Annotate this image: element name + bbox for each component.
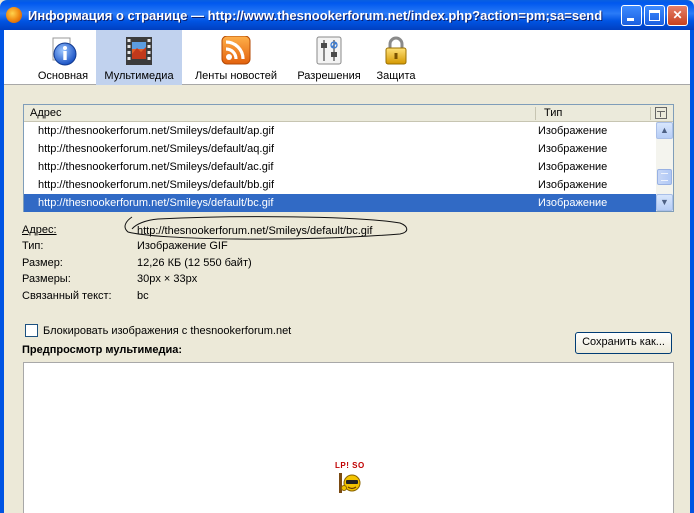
column-header-type[interactable]: Тип	[544, 107, 562, 119]
row-address: http://thesnookerforum.net/Smileys/defau…	[38, 125, 275, 137]
permissions-sliders-icon	[316, 36, 342, 65]
dimensions-label: Размеры:	[22, 273, 71, 285]
chevron-down-icon: ▼	[660, 197, 669, 207]
tab-general-label: Основная	[37, 70, 89, 82]
info-icon	[52, 37, 77, 66]
maximize-button[interactable]	[644, 5, 665, 26]
close-button[interactable]: ✕	[667, 5, 688, 26]
tab-permissions-label: Разрешения	[297, 70, 361, 82]
scroll-down-button[interactable]: ▼	[656, 194, 673, 211]
scroll-thumb[interactable]	[657, 169, 672, 185]
address-label: Адрес:	[22, 224, 57, 236]
size-label: Размер:	[22, 257, 63, 269]
column-header-address[interactable]: Адрес	[30, 107, 62, 119]
minimize-icon	[627, 18, 634, 21]
row-address: http://thesnookerforum.net/Smileys/defau…	[38, 143, 275, 155]
tab-multimedia[interactable]: Мультимедиа	[96, 30, 182, 85]
window-title: Информация о странице — http://www.thesn…	[28, 8, 603, 23]
table-row[interactable]: http://thesnookerforum.net/Smileys/defau…	[24, 122, 656, 140]
film-image-icon	[126, 37, 152, 65]
window-frame-left	[0, 30, 4, 513]
window-frame-right	[690, 30, 694, 513]
firefox-icon	[6, 7, 22, 23]
block-images-label[interactable]: Блокировать изображения с thesnookerforu…	[43, 325, 291, 337]
column-divider[interactable]	[535, 107, 536, 120]
scroll-up-button[interactable]: ▲	[656, 122, 673, 139]
tab-feeds-label: Ленты новостей	[194, 70, 278, 82]
row-address: http://thesnookerforum.net/Smileys/defau…	[38, 197, 274, 209]
maximize-icon	[649, 10, 660, 21]
tab-feeds[interactable]: Ленты новостей	[190, 30, 282, 85]
preview-title: Предпросмотр мультимедиа:	[22, 344, 183, 356]
table-row-selected[interactable]: http://thesnookerforum.net/Smileys/defau…	[24, 194, 656, 212]
table-row[interactable]: http://thesnookerforum.net/Smileys/defau…	[24, 140, 656, 158]
row-address: http://thesnookerforum.net/Smileys/defau…	[38, 161, 274, 173]
block-images-checkbox[interactable]	[25, 324, 38, 337]
type-value: Изображение GIF	[137, 240, 228, 252]
tab-general[interactable]: Основная	[30, 30, 96, 85]
tab-permissions[interactable]: Разрешения	[290, 30, 368, 85]
table-row[interactable]: http://thesnookerforum.net/Smileys/defau…	[24, 158, 656, 176]
list-scrollbar[interactable]: ▲ ▼	[656, 122, 673, 211]
tab-security-label: Защита	[376, 70, 416, 82]
type-label: Тип:	[22, 240, 44, 252]
alt-text-value: bc	[137, 290, 149, 302]
size-value: 12,26 КБ (12 550 байт)	[137, 257, 252, 269]
column-divider[interactable]	[650, 107, 651, 120]
alt-text-label: Связанный текст:	[22, 290, 112, 302]
padlock-icon	[385, 36, 407, 65]
smiley-image	[339, 473, 361, 493]
rss-feed-icon	[221, 36, 251, 65]
row-type: Изображение	[538, 179, 608, 191]
page-info-toolbar: Основная Мультимедиа Ленты новостей Разр…	[4, 30, 690, 85]
media-preview: LP! SO	[23, 362, 674, 513]
hand-drawn-circle-annotation	[124, 216, 408, 240]
smiley-sign-text: LP! SO	[335, 461, 365, 470]
dimensions-value: 30px × 33px	[137, 273, 198, 285]
media-list[interactable]: Адрес Тип http://thesnookerforum.net/Smi…	[23, 104, 674, 212]
media-list-header: Адрес Тип	[24, 105, 673, 122]
row-type: Изображение	[538, 143, 608, 155]
column-picker-icon[interactable]	[655, 107, 667, 119]
minimize-button[interactable]	[621, 5, 642, 26]
row-address: http://thesnookerforum.net/Smileys/defau…	[38, 179, 275, 191]
title-bar[interactable]: Информация о странице — http://www.thesn…	[0, 0, 694, 30]
close-icon: ✕	[672, 8, 683, 22]
row-type: Изображение	[538, 125, 608, 137]
row-type: Изображение	[538, 197, 608, 209]
chevron-up-icon: ▲	[660, 125, 669, 135]
save-as-button[interactable]: Сохранить как...	[575, 332, 672, 354]
table-row[interactable]: http://thesnookerforum.net/Smileys/defau…	[24, 176, 656, 194]
tab-security[interactable]: Защита	[368, 30, 424, 85]
tab-multimedia-label: Мультимедиа	[104, 70, 174, 82]
row-type: Изображение	[538, 161, 608, 173]
